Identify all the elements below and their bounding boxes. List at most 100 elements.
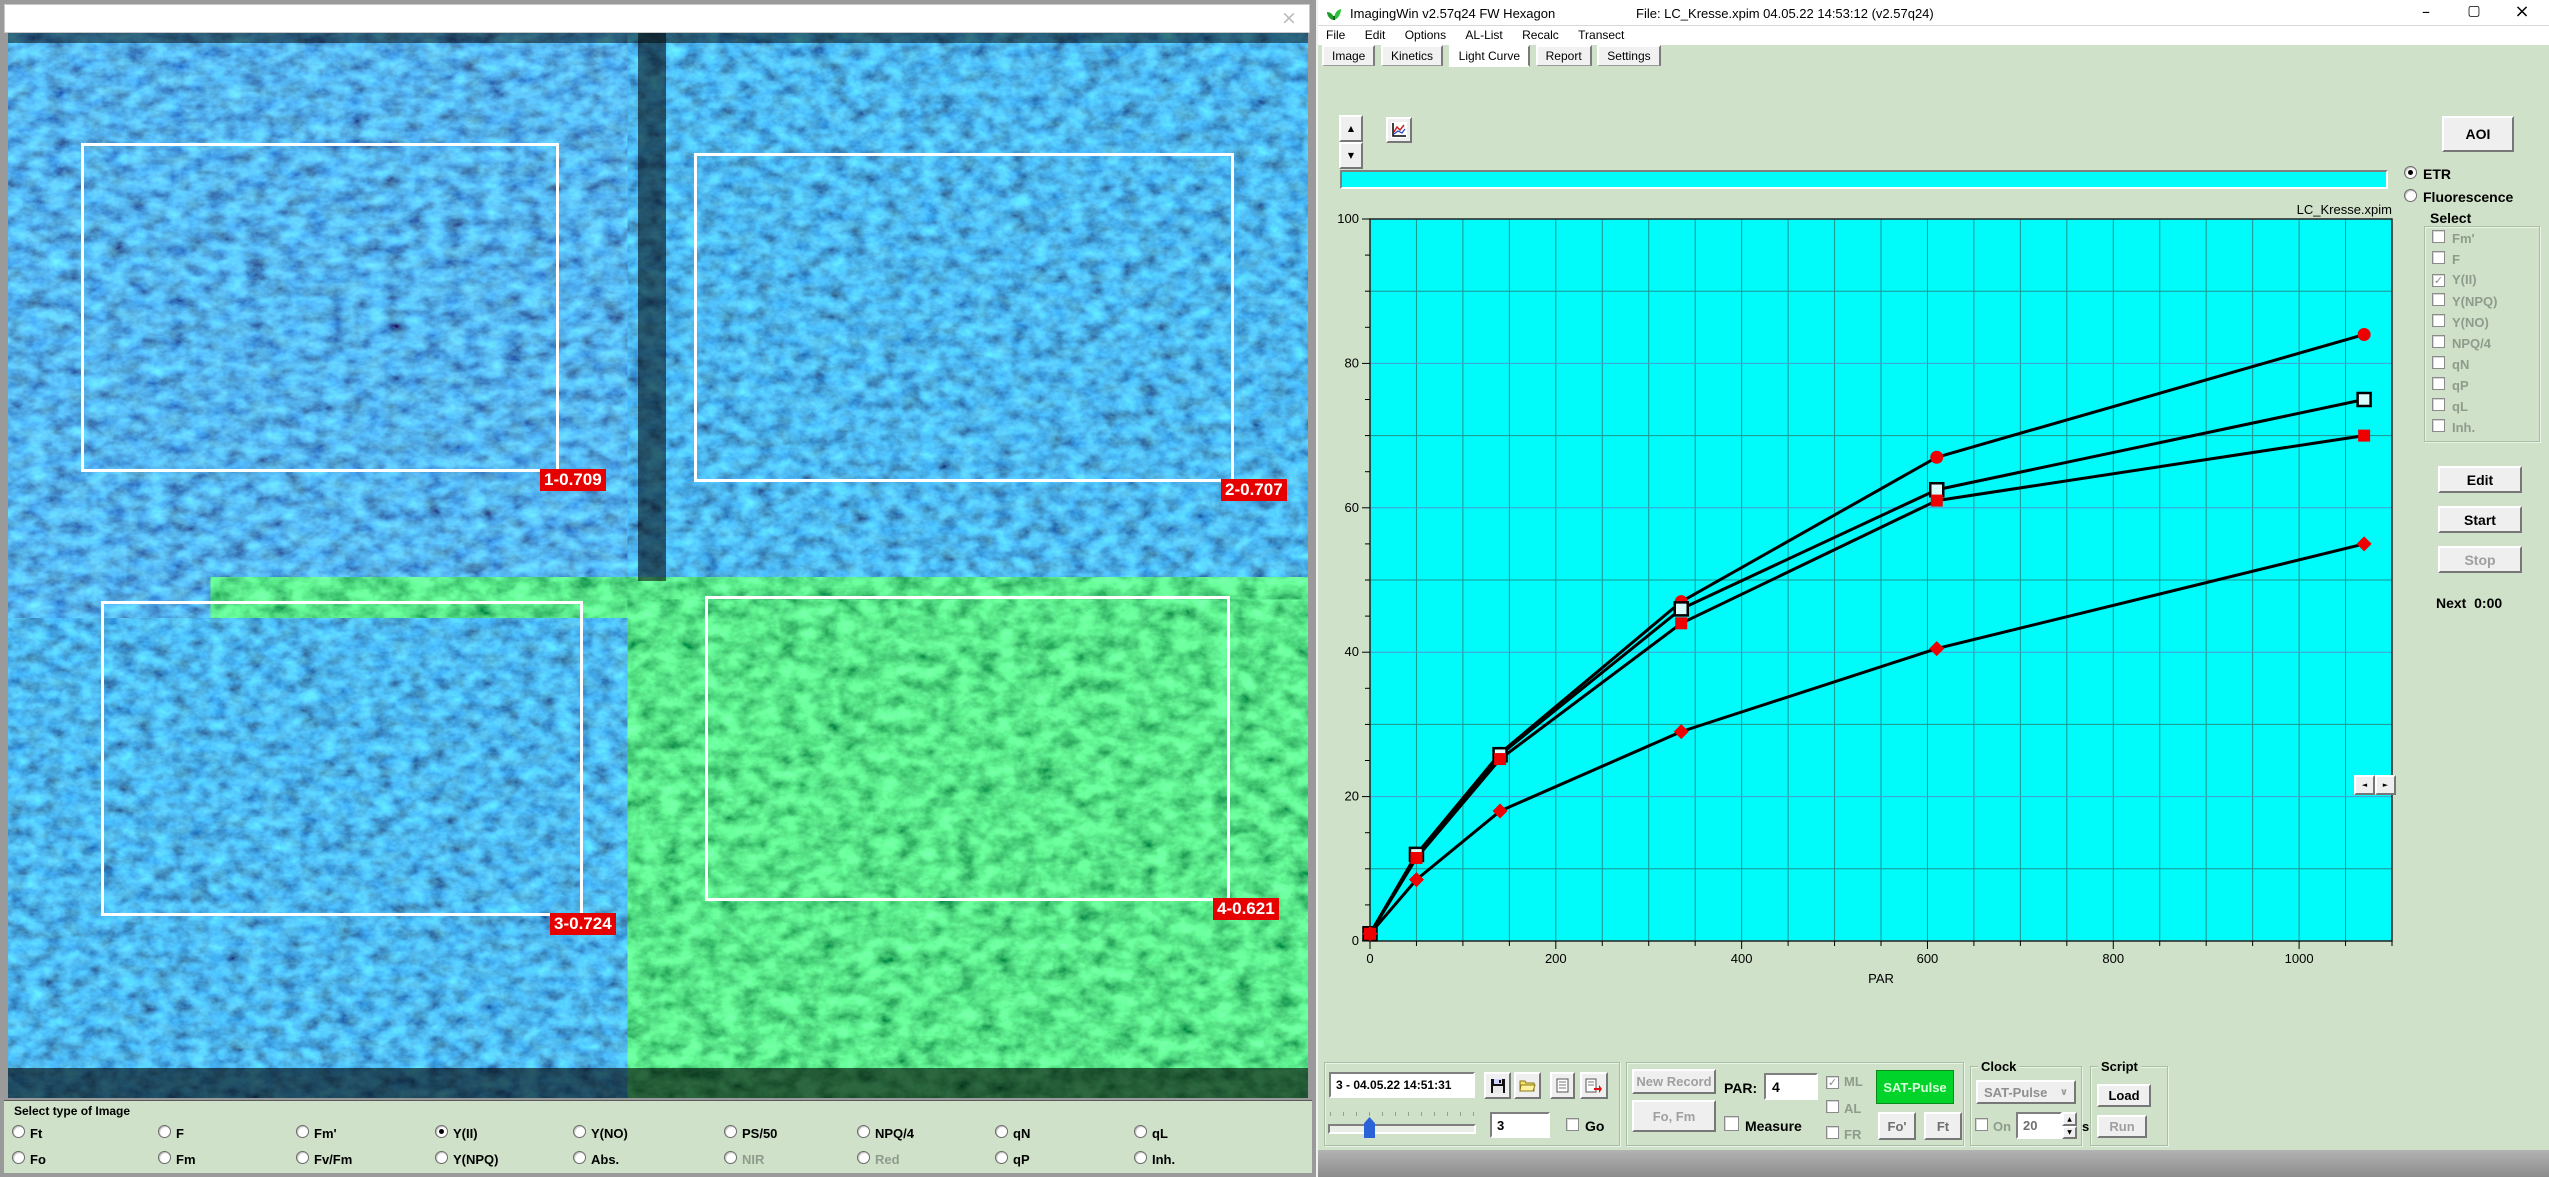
maximize-icon[interactable]: ▢ — [2456, 3, 2492, 19]
radio-qn[interactable] — [995, 1125, 1008, 1138]
radio-yno[interactable] — [573, 1125, 586, 1138]
al-checkbox[interactable] — [1826, 1100, 1839, 1113]
close-window-icon[interactable]: × — [2504, 1, 2540, 22]
menu-edit[interactable]: Edit — [1357, 26, 1394, 44]
radio-ps50[interactable] — [724, 1125, 737, 1138]
menu-al-list[interactable]: AL-List — [1457, 26, 1510, 44]
record-number-field[interactable]: 3 — [1490, 1112, 1550, 1138]
radio-nir-label: NIR — [742, 1152, 765, 1167]
par-field[interactable]: 4 — [1764, 1073, 1818, 1100]
menu-transect[interactable]: Transect — [1570, 26, 1632, 44]
radio-qp[interactable] — [995, 1151, 1008, 1164]
radio-ps50-label: PS/50 — [742, 1126, 778, 1141]
aoi-rect-4[interactable] — [705, 596, 1230, 901]
select-type-panel: Select type of Image Ft F Fm' Y(II) Y(NO… — [4, 1100, 1312, 1173]
radio-f[interactable] — [158, 1125, 171, 1138]
inh-checkbox-label: Inh. — [2452, 420, 2476, 435]
edit-button[interactable]: Edit — [2438, 466, 2522, 493]
spin-down-icon: ▼ — [1347, 151, 1355, 160]
radio-qn-label: qN — [1013, 1126, 1031, 1141]
fluorescence-image[interactable]: 1-0.709 2-0.707 3-0.724 4-0.621 — [8, 33, 1308, 1098]
ft-button[interactable]: Ft — [1924, 1112, 1962, 1140]
script-group-label: Script — [2098, 1059, 2141, 1074]
radio-ynpq-label: Y(NPQ) — [453, 1152, 499, 1167]
report-button[interactable] — [1550, 1072, 1575, 1099]
aoi-rect-2[interactable] — [694, 153, 1234, 482]
measure-checkbox-label: Measure — [1745, 1118, 1802, 1134]
radio-qp-label: qP — [1013, 1152, 1030, 1167]
radio-ft[interactable] — [12, 1125, 25, 1138]
f-checkbox-label: F — [2452, 252, 2460, 267]
fluorescence-radio[interactable] — [2404, 189, 2417, 202]
tab-settings[interactable]: Settings — [1597, 45, 1661, 66]
tab-light-curve[interactable]: Light Curve — [1448, 45, 1531, 67]
interval-spin-up[interactable]: ▲ — [2062, 1112, 2077, 1126]
record-down-button[interactable]: ▼ — [1339, 142, 1363, 169]
radio-npq4[interactable] — [857, 1125, 870, 1138]
aoi-rect-3[interactable] — [101, 601, 583, 916]
select-group-label: Select — [2430, 210, 2472, 226]
aoi-value-1: 1-0.709 — [540, 469, 606, 491]
image-window-titlebar[interactable] — [4, 4, 1310, 33]
progress-bar — [1340, 170, 2388, 189]
measure-checkbox[interactable] — [1724, 1116, 1739, 1131]
menu-file[interactable]: File — [1318, 26, 1353, 44]
record-select-field[interactable]: 3 - 04.05.22 14:51:31 — [1329, 1072, 1475, 1098]
chart-icon — [1391, 122, 1407, 138]
curve-tool-button[interactable] — [1386, 117, 1412, 143]
tab-report[interactable]: Report — [1535, 45, 1592, 66]
save-button[interactable] — [1484, 1072, 1511, 1099]
light-curve-chart[interactable]: 0204060801000 200 400 600 800 1000PAR — [1328, 200, 2398, 1000]
titlebar[interactable]: ImagingWin v2.57q24 FW Hexagon File: LC_… — [1318, 0, 2549, 26]
radio-abs[interactable] — [573, 1151, 586, 1164]
interval-spin-down[interactable]: ▼ — [2062, 1126, 2077, 1139]
window-bottom-strip — [1318, 1150, 2549, 1177]
menu-recalc[interactable]: Recalc — [1514, 26, 1567, 44]
npq4-checkbox — [2432, 335, 2445, 348]
close-icon[interactable]: × — [1276, 6, 1302, 30]
fo-prime-button[interactable]: Fo' — [1878, 1112, 1916, 1140]
radio-yii[interactable] — [435, 1125, 448, 1138]
menu-options[interactable]: Options — [1397, 26, 1454, 44]
load-button[interactable]: Load — [2097, 1084, 2151, 1107]
radio-red-label: Red — [875, 1152, 900, 1167]
fm-prime-checkbox — [2432, 230, 2445, 243]
radio-inh-label: Inh. — [1152, 1152, 1176, 1167]
go-checkbox[interactable] — [1566, 1118, 1579, 1131]
tab-image[interactable]: Image — [1322, 45, 1376, 66]
minimize-icon[interactable]: – — [2408, 2, 2444, 21]
chart-scroll-left-button[interactable]: ◄ — [2354, 775, 2375, 795]
tab-kinetics[interactable]: Kinetics — [1380, 45, 1444, 66]
open-button[interactable] — [1514, 1072, 1541, 1099]
sat-pulse-button[interactable]: SAT-Pulse — [1876, 1070, 1954, 1104]
radio-fvfm[interactable] — [296, 1151, 309, 1164]
ynpq-checkbox — [2432, 293, 2445, 306]
al-checkbox-label: AL — [1844, 1101, 1862, 1116]
record-slider[interactable] — [1328, 1124, 1476, 1134]
radio-ynpq[interactable] — [435, 1151, 448, 1164]
radio-fm-prime[interactable] — [296, 1125, 309, 1138]
start-button[interactable]: Start — [2438, 506, 2522, 533]
aoi-button[interactable]: AOI — [2442, 116, 2514, 152]
etr-radio[interactable] — [2404, 166, 2417, 179]
export-icon — [1585, 1078, 1602, 1093]
radio-inh[interactable] — [1134, 1151, 1147, 1164]
fr-checkbox-label: FR — [1844, 1127, 1862, 1142]
chart-scroll-right-button[interactable]: ► — [2375, 775, 2396, 795]
clock-on-checkbox[interactable] — [1975, 1118, 1988, 1131]
folder-icon — [1519, 1080, 1536, 1091]
fr-checkbox[interactable] — [1826, 1126, 1839, 1139]
imagingwin-window: ImagingWin v2.57q24 FW Hexagon File: LC_… — [1316, 0, 2549, 1177]
svg-text:80: 80 — [1345, 355, 1359, 370]
radio-fo[interactable] — [12, 1151, 25, 1164]
clock-interval-field[interactable]: 20 — [2016, 1112, 2062, 1139]
radio-ql[interactable] — [1134, 1125, 1147, 1138]
desktop: × 1-0.709 2-0.707 3-0.724 4-0.621 Select… — [0, 0, 2549, 1177]
stop-button-label: Stop — [2464, 551, 2496, 568]
aoi-rect-1[interactable] — [81, 143, 559, 472]
export-button[interactable] — [1580, 1072, 1608, 1099]
record-up-button[interactable]: ▲ — [1339, 115, 1363, 142]
clock-mode-dropdown: SAT-Pulse ∨ — [1976, 1080, 2076, 1104]
new-record-label: New Record — [1636, 1074, 1712, 1089]
radio-fm[interactable] — [158, 1151, 171, 1164]
